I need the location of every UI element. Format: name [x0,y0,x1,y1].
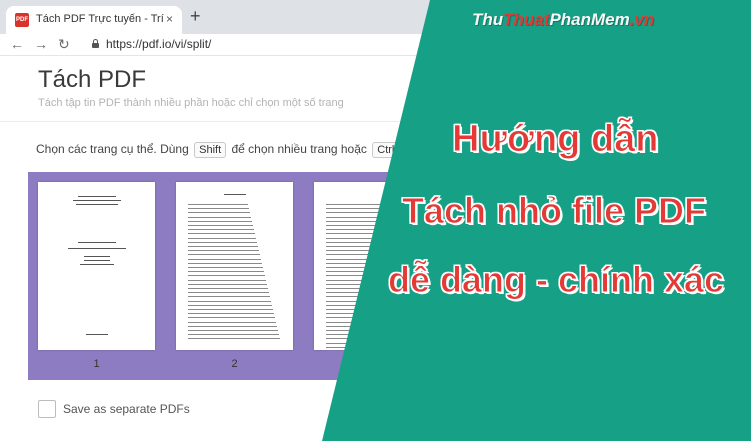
promo-overlay: ThuThuatPhanMem.vn Hướng dẫn Tách nhỏ fi… [0,0,751,441]
brand-logo: ThuThuatPhanMem.vn [472,10,655,29]
headline-line1: Hướng dẫn [452,118,660,161]
headline-line2: Tách nhỏ file PDF [401,190,707,232]
headline-line3: dễ dàng - chính xác [387,259,725,301]
